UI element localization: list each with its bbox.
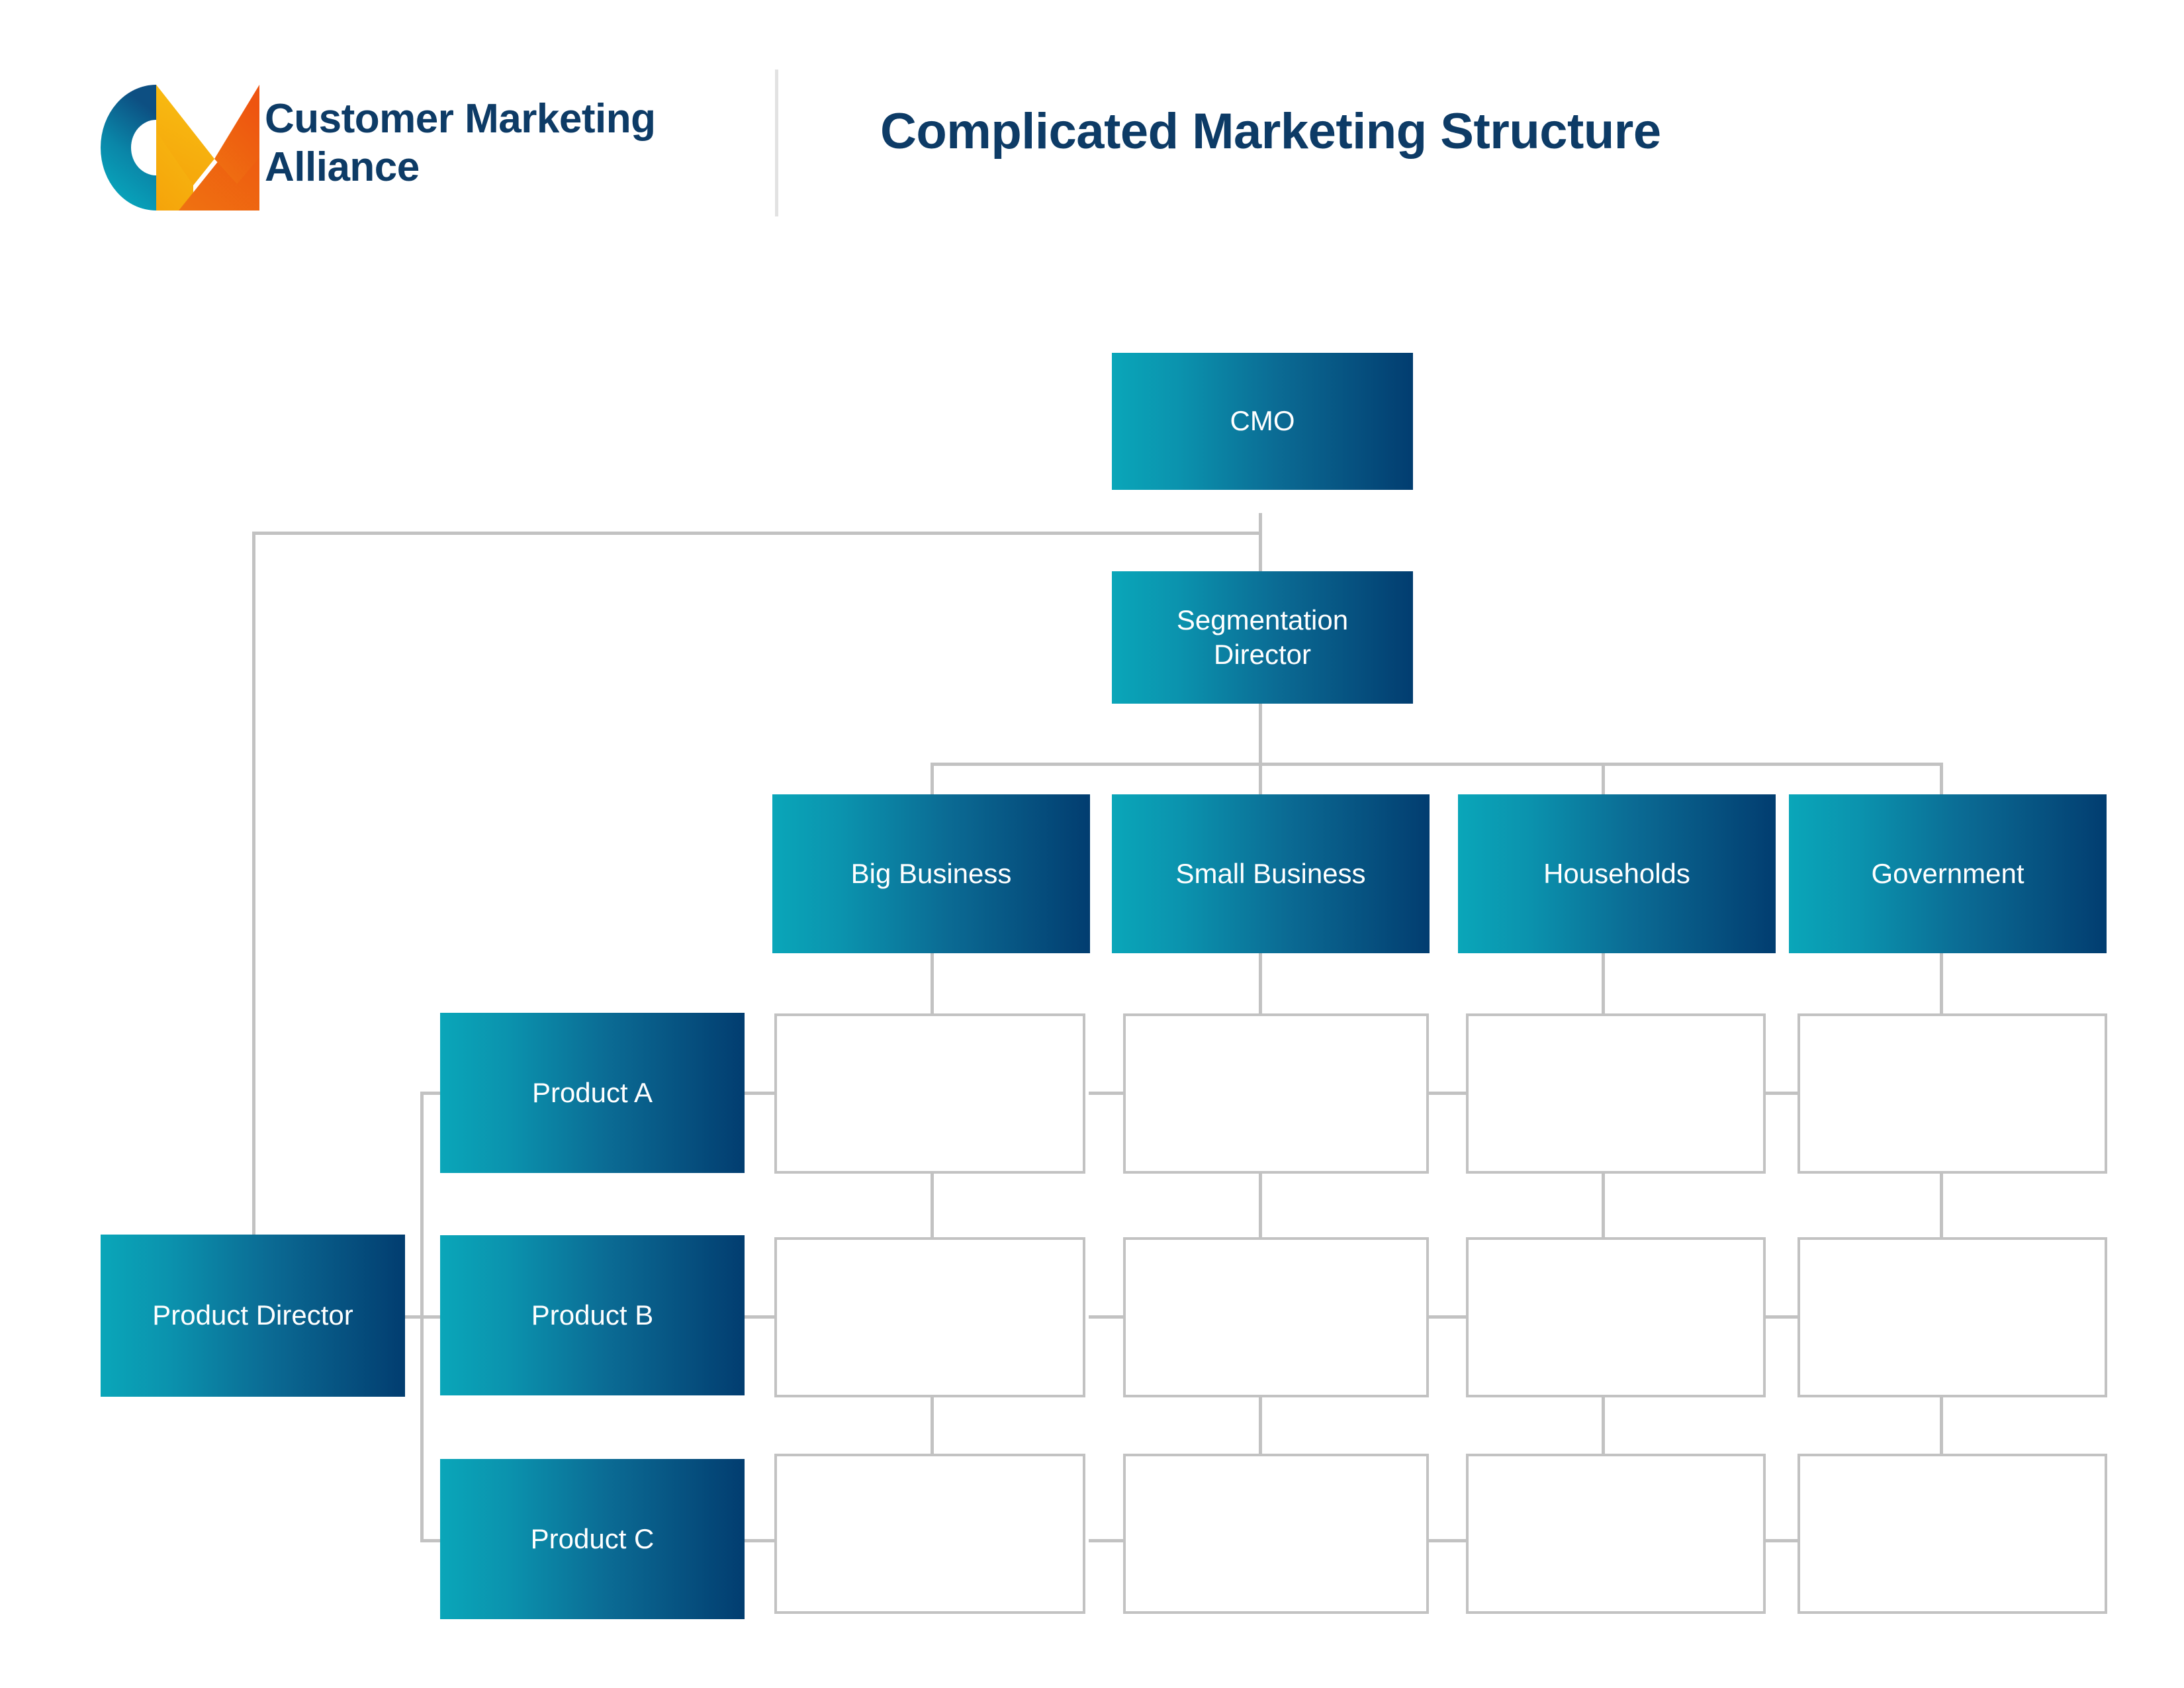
node-product-b[interactable]: Product B — [440, 1235, 745, 1395]
matrix-cell-r3c1[interactable] — [774, 1454, 1085, 1614]
connector-row3-c2-to-c3 — [1429, 1539, 1466, 1542]
connector-col2-seg-to-r1 — [1259, 953, 1262, 1016]
node-segmentation-director-line2: Director — [1213, 639, 1312, 670]
connector-col3-r1-to-r2 — [1602, 1172, 1605, 1240]
connector-drop-big-business — [931, 763, 934, 796]
connector-row1-pa-to-c1 — [745, 1092, 774, 1095]
matrix-cell-r2c1[interactable] — [774, 1237, 1085, 1397]
connector-row3-c3-to-c4 — [1766, 1539, 1797, 1542]
connector-row2-c3-to-c4 — [1766, 1315, 1797, 1319]
connector-rail-to-product-b — [420, 1315, 440, 1319]
connector-rail-to-product-c — [420, 1539, 440, 1542]
node-small-business-label: Small Business — [1175, 857, 1366, 889]
connector-col1-seg-to-r1 — [931, 953, 934, 1016]
connector-row2-c1-to-c2 — [1089, 1315, 1123, 1319]
node-big-business[interactable]: Big Business — [772, 794, 1090, 953]
node-product-director-label: Product Director — [152, 1299, 353, 1331]
connector-col1-r2-to-r3 — [931, 1395, 934, 1455]
connector-drop-small-business — [1259, 763, 1262, 796]
connector-segment-distribution-bar — [931, 763, 1943, 766]
node-product-c-label: Product C — [530, 1523, 655, 1554]
node-segmentation-director-label: Segmentation Director — [1177, 603, 1348, 673]
connector-cmo-to-product-director — [252, 532, 255, 1235]
matrix-cell-r3c2[interactable] — [1123, 1454, 1429, 1614]
connector-row2-pb-to-c1 — [745, 1315, 774, 1319]
connector-col4-seg-to-r1 — [1940, 953, 1943, 1016]
connector-row2-c2-to-c3 — [1429, 1315, 1466, 1319]
connector-cmo-split-bar — [252, 532, 1262, 535]
connector-col3-seg-to-r1 — [1602, 953, 1605, 1016]
connector-drop-government — [1940, 763, 1943, 796]
node-product-c[interactable]: Product C — [440, 1459, 745, 1619]
node-cmo[interactable]: CMO — [1112, 353, 1413, 490]
connector-row1-c1-to-c2 — [1089, 1092, 1123, 1095]
node-product-a-label: Product A — [531, 1076, 653, 1108]
node-cmo-label: CMO — [1230, 405, 1295, 437]
node-segmentation-director-line1: Segmentation — [1176, 604, 1349, 635]
node-small-business[interactable]: Small Business — [1112, 794, 1430, 953]
org-chart: CMO Segmentation Director Big Business S… — [0, 0, 2184, 1688]
matrix-cell-r2c4[interactable] — [1797, 1237, 2107, 1397]
matrix-cell-r3c4[interactable] — [1797, 1454, 2107, 1614]
node-segmentation-director[interactable]: Segmentation Director — [1112, 571, 1413, 704]
node-households-label: Households — [1543, 857, 1690, 889]
connector-row1-c2-to-c3 — [1429, 1092, 1466, 1095]
connector-col4-r1-to-r2 — [1940, 1172, 1943, 1240]
matrix-cell-r2c3[interactable] — [1466, 1237, 1766, 1397]
connector-col2-r2-to-r3 — [1259, 1395, 1262, 1455]
connector-row1-c3-to-c4 — [1766, 1092, 1797, 1095]
connector-rail-to-product-a — [420, 1092, 440, 1095]
matrix-cell-r1c4[interactable] — [1797, 1013, 2107, 1174]
node-government[interactable]: Government — [1789, 794, 2107, 953]
node-government-label: Government — [1871, 857, 2025, 889]
matrix-cell-r1c1[interactable] — [774, 1013, 1085, 1174]
node-product-b-label: Product B — [531, 1299, 654, 1331]
node-big-business-label: Big Business — [850, 857, 1012, 889]
connector-row3-c1-to-c2 — [1089, 1539, 1123, 1542]
connector-row3-pc-to-c1 — [745, 1539, 774, 1542]
connector-col3-r2-to-r3 — [1602, 1395, 1605, 1455]
matrix-cell-r1c2[interactable] — [1123, 1013, 1429, 1174]
matrix-cell-r3c3[interactable] — [1466, 1454, 1766, 1614]
connector-cmo-to-segmentation — [1259, 532, 1262, 571]
connector-col4-r2-to-r3 — [1940, 1395, 1943, 1455]
node-product-a[interactable]: Product A — [440, 1013, 745, 1173]
connector-col1-r1-to-r2 — [931, 1172, 934, 1240]
matrix-cell-r1c3[interactable] — [1466, 1013, 1766, 1174]
connector-segmentation-stem — [1259, 704, 1262, 765]
node-product-director[interactable]: Product Director — [101, 1235, 405, 1397]
connector-drop-households — [1602, 763, 1605, 796]
node-households[interactable]: Households — [1458, 794, 1776, 953]
connector-col2-r1-to-r2 — [1259, 1172, 1262, 1240]
matrix-cell-r2c2[interactable] — [1123, 1237, 1429, 1397]
